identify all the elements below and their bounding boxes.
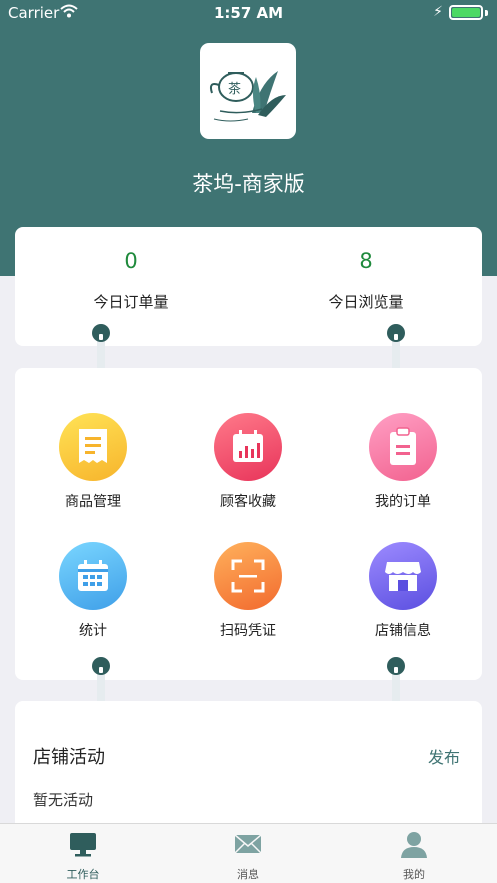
publish-button[interactable]: 发布 [428, 744, 460, 768]
today-views-value: 8 [359, 249, 373, 273]
menu-item-scan-voucher[interactable]: 扫码凭证 [173, 542, 323, 640]
today-views-stat[interactable]: 8 今日浏览量 [296, 249, 436, 312]
app-title: 茶坞-商家版 [192, 172, 305, 196]
status-time: 1:57 AM [213, 4, 284, 22]
charging-icon: ⚡ [433, 4, 443, 20]
menu-label: 顾客收藏 [220, 494, 276, 510]
clipboard-icon [369, 413, 437, 481]
menu-item-store-info[interactable]: 店铺信息 [328, 542, 478, 640]
menu-item-statistics[interactable]: 统计 [18, 542, 168, 640]
today-orders-label: 今日订单量 [93, 293, 169, 311]
calendar-icon [59, 542, 127, 610]
menu-item-my-orders[interactable]: 我的订单 [328, 413, 478, 511]
today-orders-value: 0 [124, 249, 138, 273]
menu-item-customer-favorites[interactable]: 顾客收藏 [173, 413, 323, 511]
tab-label: 消息 [237, 868, 259, 881]
menu-label: 扫码凭证 [220, 623, 276, 639]
battery-icon [449, 5, 483, 20]
menu-item-product-management[interactable]: 商品管理 [18, 413, 168, 511]
menu-label: 商品管理 [65, 494, 121, 510]
mail-icon [234, 834, 262, 854]
svg-text:茶: 茶 [228, 81, 241, 97]
menu-label: 统计 [79, 623, 107, 639]
calendar-chart-icon [214, 413, 282, 481]
receipt-icon [59, 413, 127, 481]
tab-workbench[interactable]: 工作台 [23, 830, 143, 882]
today-orders-stat[interactable]: 0 今日订单量 [61, 249, 201, 312]
store-activity-title: 店铺活动 [33, 747, 105, 768]
stats-card: 0 今日订单量 8 今日浏览量 [15, 227, 482, 346]
menu-card: 商品管理 顾客收藏 我的订单 统计 扫码凭证 店铺信息 [15, 368, 482, 680]
menu-label: 店铺信息 [375, 623, 431, 639]
tab-label: 我的 [403, 868, 425, 881]
store-icon [369, 542, 437, 610]
person-icon [401, 832, 427, 858]
desktop-icon [70, 833, 96, 857]
status-bar: Carrier 1:57 AM ⚡ [0, 0, 497, 26]
scan-icon [214, 542, 282, 610]
tea-logo-icon: 茶 [200, 43, 296, 139]
no-activity-text: 暂无活动 [33, 791, 94, 809]
today-views-label: 今日浏览量 [328, 293, 404, 311]
tab-bar: 工作台 消息 我的 [0, 823, 497, 883]
tab-messages[interactable]: 消息 [188, 830, 308, 882]
store-activity-card: 店铺活动 发布 暂无活动 [15, 701, 482, 841]
menu-label: 我的订单 [375, 494, 431, 510]
tab-mine[interactable]: 我的 [354, 830, 474, 882]
battery-tip [485, 10, 488, 16]
tab-label: 工作台 [66, 868, 100, 881]
